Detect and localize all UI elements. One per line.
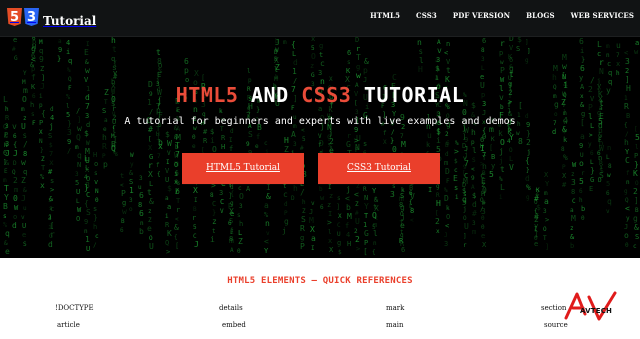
avtech-watermark-text: AVTECH (580, 307, 613, 315)
hero-subtitle: A tutorial for beginners and experts wit… (124, 116, 516, 127)
hero-title-html5: HTML5 (175, 83, 239, 108)
reference-embed-link[interactable]: embed (222, 322, 246, 329)
brand-logo[interactable]: 5 3 Tutorial (7, 6, 96, 28)
reference-mark-link[interactable]: mark (386, 305, 404, 312)
reference-article-link[interactable]: article (57, 322, 80, 329)
html5-shield-icon: 5 (7, 8, 22, 26)
nav-item-html5[interactable]: HTML5 (370, 12, 400, 19)
top-navigation-bar: 5 3 Tutorial HTML5 CSS3 PDF VERSION BLOG… (0, 0, 640, 37)
html5-tutorial-button[interactable]: HTML5 Tutorial (182, 153, 304, 184)
css3-tutorial-button[interactable]: CSS3 Tutorial (318, 153, 440, 184)
css3-shield-icon: 3 (24, 8, 39, 26)
hero-title-and: AND (238, 83, 302, 108)
nav-item-web-services[interactable]: WEB SERVICES (571, 12, 634, 19)
quick-references-title: HTML5 ELEMENTS — QUICK REFERENCES (227, 276, 413, 287)
hero-title-tutorial: TUTORIAL (351, 83, 465, 108)
hero-title: HTML5 AND CSS3 TUTORIAL (0, 85, 640, 105)
brand-text: Tutorial (43, 13, 97, 28)
avtech-watermark: AVTECH (560, 290, 632, 332)
hero-title-css3: CSS3 (301, 83, 352, 108)
quick-references-section: HTML5 ELEMENTS — QUICK REFERENCES !DOCTY… (0, 258, 640, 339)
reference-details-link[interactable]: details (219, 305, 243, 312)
nav-item-blogs[interactable]: BLOGS (526, 12, 554, 19)
nav-item-css3[interactable]: CSS3 (416, 12, 437, 19)
hero-content: HTML5 AND CSS3 TUTORIAL A tutorial for b… (0, 36, 640, 258)
reference-doctype-link[interactable]: !DOCTYPE (55, 305, 94, 312)
reference-main-link[interactable]: main (386, 322, 404, 329)
hero-section: Lh R Q & N J & 3 P 3 6] Em T Y Bs% q & e v 6{J D Q 2 m 0 Wo d e # G Y M… (0, 36, 640, 258)
nav-item-pdf-version[interactable]: PDF VERSION (453, 12, 510, 19)
main-navigation: HTML5 CSS3 PDF VERSION BLOGS WEB SERVICE… (370, 12, 634, 19)
